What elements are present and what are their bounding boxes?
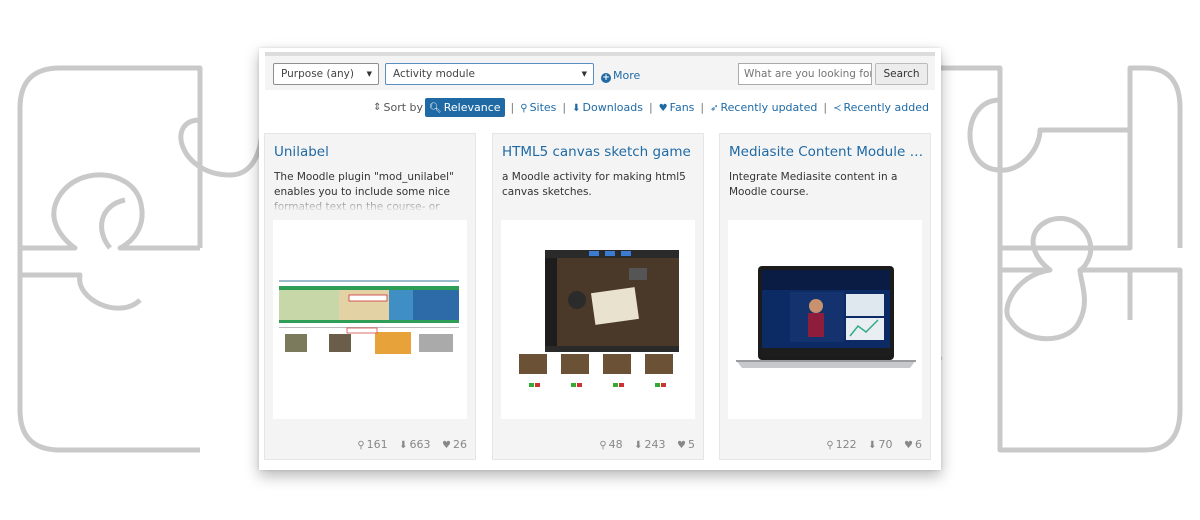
sort-option-label: Recently updated (720, 100, 818, 114)
downloads-count: ⬇ 663 (399, 438, 430, 451)
sites-value: 48 (608, 438, 623, 451)
sort-icon: ⇕ (373, 101, 382, 113)
sort-separator: | (562, 100, 567, 114)
sort-option-recently-updated[interactable]: ➶ Recently updated (710, 101, 817, 114)
sites-count: ⚲ 161 (357, 438, 387, 451)
download-icon: ⬇ (572, 102, 581, 114)
plugin-title[interactable]: Mediasite Content Module for... (729, 144, 924, 160)
sort-bar: ⇕ Sort by 🔍︎ Relevance | ⚲ Sites | ⬇ Downlo… (373, 96, 929, 118)
search-input[interactable] (738, 63, 872, 85)
sort-option-label: Fans (669, 100, 695, 114)
fans-count: ♥ 5 (677, 438, 695, 451)
sort-option-relevance[interactable]: 🔍︎ Relevance (425, 97, 505, 117)
plugin-description: Integrate Mediasite content in a Moodle … (729, 171, 898, 198)
download-icon: ⬇ (868, 440, 877, 451)
plugin-stats: ⚲ 161 ⬇ 663 ♥ 26 (349, 438, 467, 451)
fans-value: 5 (688, 438, 695, 451)
heart-icon: ♥ (442, 440, 451, 451)
puzzle-right-decoration (900, 65, 1183, 453)
chevron-down-icon: ▼ (366, 70, 372, 78)
sort-option-label: Relevance (443, 100, 501, 114)
sort-label: Sort by (383, 100, 424, 114)
downloads-count: ⬇ 243 (634, 438, 665, 451)
downloads-value: 70 (878, 438, 893, 451)
sort-option-recently-added[interactable]: ≺ Recently added (833, 101, 929, 114)
sort-option-sites[interactable]: ⚲ Sites (520, 101, 556, 114)
fans-count: ♥ 26 (442, 438, 467, 451)
plugin-description: a Moodle activity for making html5 canva… (502, 171, 686, 198)
map-marker-icon: ⚲ (826, 440, 834, 451)
plugin-directory-panel: Purpose (any) ▼ Activity module ▼ + More … (259, 48, 941, 470)
downloads-value: 243 (644, 438, 666, 451)
sort-separator: | (510, 100, 515, 114)
plugin-description: The Moodle plugin "mod_unilabel" enables… (274, 170, 469, 212)
sort-option-label: Sites (529, 100, 557, 114)
sites-count: ⚲ 48 (599, 438, 622, 451)
search-button[interactable]: Search (875, 63, 928, 85)
plugin-stats: ⚲ 48 ⬇ 243 ♥ 5 (591, 438, 695, 451)
share-icon: ≺ (833, 102, 842, 114)
download-icon: ⬇ (399, 440, 408, 451)
chevron-down-icon: ▼ (581, 70, 587, 78)
type-select-value: Activity module (393, 68, 475, 80)
sketch-game-screenshot-image (519, 250, 679, 387)
more-label: More (613, 69, 641, 82)
downloads-count: ⬇ 70 (868, 438, 892, 451)
download-icon: ⬇ (634, 440, 643, 451)
plugin-title[interactable]: Unilabel (274, 144, 469, 160)
search-icon: 🔍︎ (429, 102, 442, 114)
sort-separator: | (648, 100, 653, 114)
purpose-select-value: Purpose (any) (281, 68, 354, 80)
sort-separator: | (823, 100, 828, 114)
sort-option-label: Recently added (843, 100, 929, 114)
plugin-screenshot[interactable] (273, 220, 467, 419)
stage: Purpose (any) ▼ Activity module ▼ + More … (0, 0, 1200, 520)
type-select[interactable]: Activity module ▼ (385, 63, 594, 85)
fans-count: ♥ 6 (904, 438, 922, 451)
rocket-icon: ➶ (710, 102, 719, 114)
map-marker-icon: ⚲ (599, 440, 607, 451)
map-marker-icon: ⚲ (520, 102, 528, 114)
sites-count: ⚲ 122 (826, 438, 856, 451)
puzzle-left-decoration (17, 65, 300, 453)
plugin-card[interactable]: Unilabel The Moodle plugin "mod_unilabel… (264, 133, 476, 460)
plugin-screenshot[interactable] (501, 220, 695, 419)
sort-option-downloads[interactable]: ⬇ Downloads (572, 101, 643, 114)
sites-value: 122 (835, 438, 857, 451)
fans-value: 6 (915, 438, 922, 451)
map-marker-icon: ⚲ (357, 440, 365, 451)
plugin-card[interactable]: Mediasite Content Module for... Integrat… (719, 133, 931, 460)
fans-value: 26 (453, 438, 467, 451)
mediasite-screenshot-image (736, 266, 916, 368)
heart-icon: ♥ (677, 440, 686, 451)
sort-option-label: Downloads (582, 100, 643, 114)
filter-bar: Purpose (any) ▼ Activity module ▼ + More … (265, 52, 935, 90)
plugin-screenshot[interactable] (728, 220, 922, 419)
heart-icon: ♥ (904, 440, 913, 451)
heart-icon: ♥ (658, 102, 668, 114)
plugin-title[interactable]: HTML5 canvas sketch game (502, 144, 697, 160)
purpose-select[interactable]: Purpose (any) ▼ (273, 63, 379, 85)
sites-value: 161 (366, 438, 388, 451)
plugin-stats: ⚲ 122 ⬇ 70 ♥ 6 (818, 438, 922, 451)
unilabel-screenshot-image (279, 280, 459, 354)
more-filters-link[interactable]: + More (601, 69, 640, 83)
plus-circle-icon: + (601, 73, 611, 83)
sort-separator: | (700, 100, 705, 114)
plugin-card[interactable]: HTML5 canvas sketch game a Moodle activi… (492, 133, 704, 460)
downloads-value: 663 (409, 438, 431, 451)
sort-option-fans[interactable]: ♥ Fans (659, 101, 695, 114)
